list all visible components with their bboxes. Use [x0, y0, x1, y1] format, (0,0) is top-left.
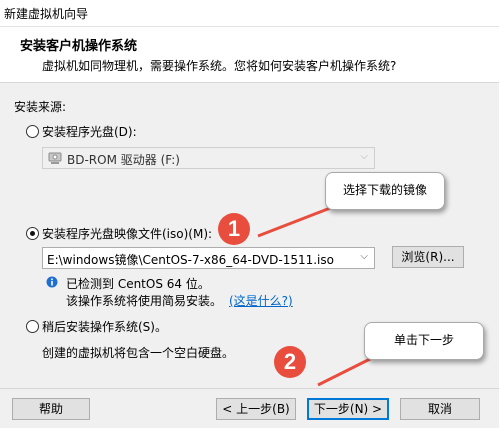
step-1-badge: 1: [218, 213, 250, 245]
callout1-arrow: [257, 203, 339, 238]
annotation-arrows: [257, 203, 379, 387]
step-2-badge: 2: [274, 346, 306, 378]
callout-click-next: 单击下一步: [364, 322, 484, 360]
callout-click-next-text: 单击下一步: [393, 333, 454, 347]
callout-select-image: 选择下载的镜像: [325, 172, 445, 210]
callout-select-image-text: 选择下载的镜像: [342, 183, 427, 197]
